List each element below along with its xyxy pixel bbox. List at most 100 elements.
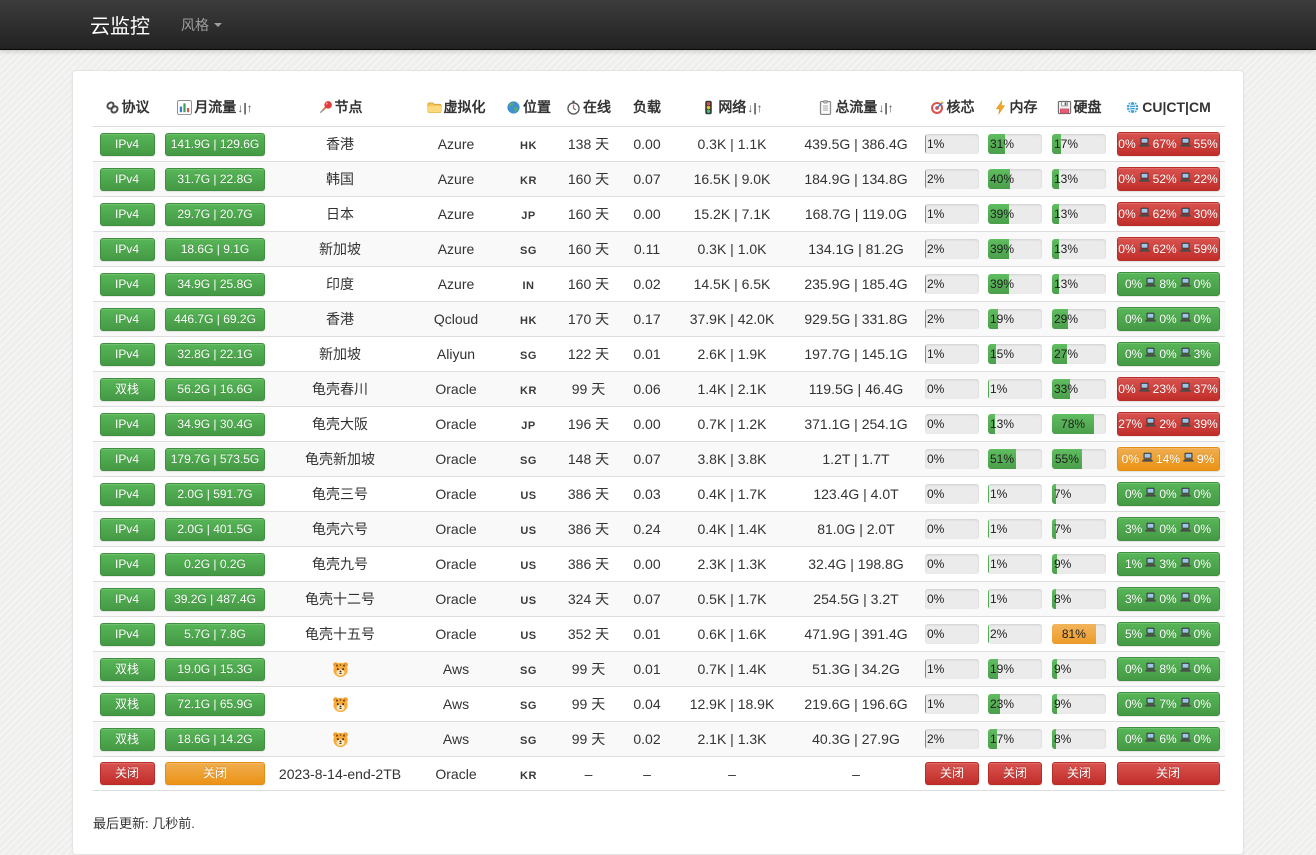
monthly-traffic-badge[interactable]: 72.1G | 65.9G xyxy=(165,693,265,716)
core-progress: 0% xyxy=(925,624,979,644)
protocol-badge[interactable]: IPv4 xyxy=(100,518,155,541)
protocol-badge[interactable]: 关闭 xyxy=(100,762,155,785)
monthly-traffic-badge[interactable]: 29.7G | 20.7G xyxy=(165,203,265,226)
cucm-value: 3% xyxy=(1159,558,1176,570)
table-row: IPv4446.7G | 69.2G香港QcloudHK170 天0.1737.… xyxy=(93,302,1225,337)
node-cell: 韩国 xyxy=(269,162,411,197)
protocol-badge[interactable]: IPv4 xyxy=(100,553,155,576)
disk-progress: 81% xyxy=(1052,624,1106,644)
protocol-badge[interactable]: IPv4 xyxy=(100,238,155,261)
cucm-value: 0% xyxy=(1159,628,1176,640)
online-cell: 324 天 xyxy=(556,582,621,617)
monthly-traffic-badge[interactable]: 0.2G | 0.2G xyxy=(165,553,265,576)
table-header-row: 协议月流量↓|↑节点虚拟化位置在线负载网络↓|↑总流量↓|↑核芯内存硬盘CU|C… xyxy=(93,89,1225,127)
monthly-traffic-badge[interactable]: 31.7G | 22.8G xyxy=(165,168,265,191)
cucm-badge[interactable]: 3%0%0% xyxy=(1117,517,1220,541)
monthly-traffic-badge[interactable]: 56.2G | 16.6G xyxy=(165,378,265,401)
cucm-badge[interactable]: 0%67%55% xyxy=(1117,132,1220,156)
cucm-value: 0% xyxy=(1159,348,1176,360)
monthly-traffic-badge[interactable]: 34.9G | 30.4G xyxy=(165,413,265,436)
column-header-network[interactable]: 网络↓|↑ xyxy=(673,89,791,127)
network-cell: 0.5K | 1.7K xyxy=(673,582,791,617)
cucm-badge[interactable]: 0%52%22% xyxy=(1117,167,1220,191)
monthly-traffic-badge[interactable]: 39.2G | 487.4G xyxy=(165,588,265,611)
column-header-total-traffic[interactable]: 总流量↓|↑ xyxy=(791,89,921,127)
node-cell: 日本 xyxy=(269,197,411,232)
cucm-badge[interactable]: 0%8%0% xyxy=(1117,272,1220,296)
core-progress: 0% xyxy=(925,519,979,539)
protocol-badge[interactable]: IPv4 xyxy=(100,448,155,471)
cucm-badge[interactable]: 27%2%39% xyxy=(1117,412,1220,436)
protocol-badge[interactable]: IPv4 xyxy=(100,483,155,506)
cucm-badge[interactable]: 0%8%0% xyxy=(1117,657,1220,681)
cucm-value: 3% xyxy=(1125,523,1142,535)
column-label: 节点 xyxy=(335,99,363,115)
memory-cell: 39% xyxy=(983,267,1047,302)
cucm-badge[interactable]: 0%62%30% xyxy=(1117,202,1220,226)
monthly-traffic-badge[interactable]: 446.7G | 69.2G xyxy=(165,308,265,331)
cucm-badge[interactable]: 3%0%0% xyxy=(1117,587,1220,611)
protocol-badge[interactable]: IPv4 xyxy=(100,588,155,611)
protocol-badge[interactable]: IPv4 xyxy=(100,273,155,296)
cucm-badge[interactable]: 0%6%0% xyxy=(1117,727,1220,751)
core-closed-badge[interactable]: 关闭 xyxy=(925,762,979,785)
cucm-badge[interactable]: 0%0%3% xyxy=(1117,342,1220,366)
protocol-badge[interactable]: 双栈 xyxy=(100,378,155,401)
monthly-traffic-badge[interactable]: 179.7G | 573.5G xyxy=(165,448,265,471)
protocol-badge[interactable]: 双栈 xyxy=(100,658,155,681)
protocol-badge[interactable]: 双栈 xyxy=(100,728,155,751)
monthly-traffic-badge[interactable]: 18.6G | 9.1G xyxy=(165,238,265,261)
protocol-badge[interactable]: 双栈 xyxy=(100,693,155,716)
cucm-badge[interactable]: 0%14%9% xyxy=(1117,447,1220,471)
sort-arrows[interactable]: ↓|↑ xyxy=(237,101,252,115)
network-cell: 2.1K | 1.3K xyxy=(673,722,791,757)
location-cell: IN xyxy=(501,267,556,302)
memory-closed-badge[interactable]: 关闭 xyxy=(988,762,1042,785)
protocol-badge[interactable]: IPv4 xyxy=(100,133,155,156)
disk-cell: 13% xyxy=(1047,267,1111,302)
core-cell: 0% xyxy=(921,582,983,617)
monthly-traffic-badge[interactable]: 2.0G | 401.5G xyxy=(165,518,265,541)
monthly-traffic-badge[interactable]: 5.7G | 7.8G xyxy=(165,623,265,646)
cucm-badge[interactable]: 1%3%0% xyxy=(1117,552,1220,576)
cucm-value: 0% xyxy=(1125,348,1142,360)
protocol-badge[interactable]: IPv4 xyxy=(100,168,155,191)
cucm-badge[interactable]: 0%0%0% xyxy=(1117,307,1220,331)
cucm-value: 0% xyxy=(1194,628,1211,640)
monthly-traffic-badge[interactable]: 2.0G | 591.7G xyxy=(165,483,265,506)
cucm-closed-badge[interactable]: 关闭 xyxy=(1117,762,1220,785)
node-cell: 龟壳大阪 xyxy=(269,407,411,442)
protocol-badge[interactable]: IPv4 xyxy=(100,203,155,226)
monthly-traffic-badge[interactable]: 19.0G | 15.3G xyxy=(165,658,265,681)
monthly-traffic-badge[interactable]: 关闭 xyxy=(165,762,265,785)
monthly-traffic-badge[interactable]: 18.6G | 14.2G xyxy=(165,728,265,751)
disk-cell: 9% xyxy=(1047,687,1111,722)
core-progress: 0% xyxy=(925,589,979,609)
stopwatch-icon xyxy=(566,99,583,115)
cucm-badge[interactable]: 0%62%59% xyxy=(1117,237,1220,261)
monthly-traffic-badge[interactable]: 32.8G | 22.1G xyxy=(165,343,265,366)
cucm-badge[interactable]: 0%7%0% xyxy=(1117,692,1220,716)
monthly-traffic-badge[interactable]: 34.9G | 25.8G xyxy=(165,273,265,296)
laptop-icon xyxy=(1178,277,1193,290)
app-title[interactable]: 云监控 xyxy=(72,10,166,39)
protocol-badge[interactable]: IPv4 xyxy=(100,343,155,366)
memory-cell: 40% xyxy=(983,162,1047,197)
sort-arrows[interactable]: ↓|↑ xyxy=(747,101,762,115)
protocol-cell: 双栈 xyxy=(93,652,161,687)
column-header-monthly-traffic[interactable]: 月流量↓|↑ xyxy=(161,89,269,127)
online-cell: 386 天 xyxy=(556,512,621,547)
sort-arrows[interactable]: ↓|↑ xyxy=(878,101,893,115)
style-menu[interactable]: 风格 xyxy=(166,15,237,35)
protocol-badge[interactable]: IPv4 xyxy=(100,308,155,331)
traffic-light-icon xyxy=(701,99,718,115)
cucm-badge[interactable]: 0%23%37% xyxy=(1117,377,1220,401)
laptop-icon xyxy=(1143,732,1158,745)
cucm-badge[interactable]: 5%0%0% xyxy=(1117,622,1220,646)
total-traffic-cell: 929.5G | 331.8G xyxy=(791,302,921,337)
disk-closed-badge[interactable]: 关闭 xyxy=(1052,762,1106,785)
monthly-traffic-badge[interactable]: 141.9G | 129.6G xyxy=(165,133,265,156)
protocol-badge[interactable]: IPv4 xyxy=(100,413,155,436)
cucm-badge[interactable]: 0%0%0% xyxy=(1117,482,1220,506)
protocol-badge[interactable]: IPv4 xyxy=(100,623,155,646)
